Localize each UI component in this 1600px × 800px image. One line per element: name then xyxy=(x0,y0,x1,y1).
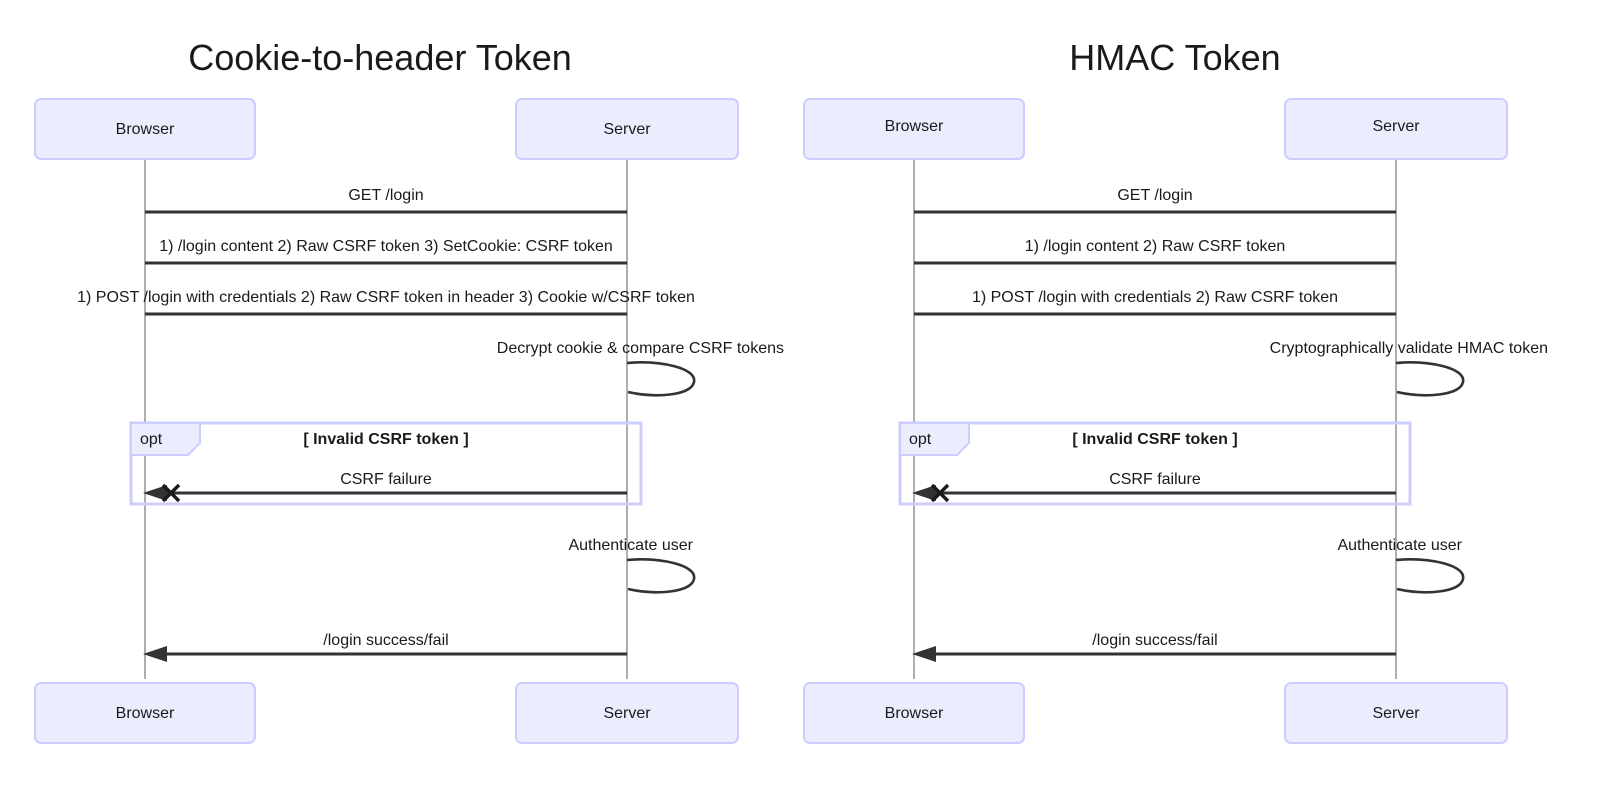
actor-top-server[interactable]: Server xyxy=(515,98,739,160)
message-post-login: 1) POST /login with credentials 2) Raw C… xyxy=(77,289,695,316)
message-label: /login success/fail xyxy=(1092,632,1217,649)
actor-bottom-browser[interactable]: Browser xyxy=(803,682,1025,744)
actor-top-browser[interactable]: Browser xyxy=(803,98,1025,160)
fragment-message-label: CSRF failure xyxy=(340,471,432,488)
sequence-diagram-canvas: Cookie-to-header Token Browser Server GE… xyxy=(0,0,1600,800)
fragment-kind-label: opt xyxy=(909,431,932,448)
self-call-loop xyxy=(626,361,696,397)
diagram-title: Cookie-to-header Token xyxy=(188,37,572,78)
message-get-login: GET /login xyxy=(145,187,627,214)
self-call-loop xyxy=(1395,558,1465,594)
message-label: /login success/fail xyxy=(323,632,448,649)
fragment-opt-invalid-csrf: opt [ Invalid CSRF token ] CSRF failure xyxy=(898,421,1412,506)
self-call-authenticate-user: Authenticate user xyxy=(568,537,696,594)
actor-label: Browser xyxy=(116,121,175,138)
message-login-success-fail: /login success/fail xyxy=(143,632,627,662)
self-call-loop xyxy=(1395,361,1465,397)
fragment-opt-invalid-csrf: opt [ Invalid CSRF token ] CSRF failure xyxy=(129,421,643,506)
arrowhead-icon xyxy=(143,646,167,662)
fragment-message-label: CSRF failure xyxy=(1109,471,1201,488)
message-label: GET /login xyxy=(1117,187,1192,204)
self-call-decrypt-compare: Decrypt cookie & compare CSRF tokens xyxy=(497,340,784,397)
message-login-content: 1) /login content 2) Raw CSRF token 3) S… xyxy=(145,238,627,265)
actor-label: Server xyxy=(603,121,651,138)
message-login-content: 1) /login content 2) Raw CSRF token xyxy=(914,238,1396,265)
message-label: 1) POST /login with credentials 2) Raw C… xyxy=(77,289,695,306)
actor-bottom-server[interactable]: Server xyxy=(515,682,739,744)
self-call-label: Cryptographically validate HMAC token xyxy=(1270,340,1548,357)
actor-label: Server xyxy=(1372,118,1420,135)
actor-top-browser[interactable]: Browser xyxy=(34,98,256,160)
fragment-condition-label: [ Invalid CSRF token ] xyxy=(303,431,468,448)
arrowhead-icon xyxy=(912,646,936,662)
actor-label: Browser xyxy=(885,118,944,135)
actor-label: Browser xyxy=(885,705,944,722)
diagram-cookie-to-header-token: Cookie-to-header Token Browser Server GE… xyxy=(34,37,784,744)
message-get-login: GET /login xyxy=(914,187,1396,214)
self-call-label: Decrypt cookie & compare CSRF tokens xyxy=(497,340,784,357)
self-call-label: Authenticate user xyxy=(568,537,693,554)
actor-label: Server xyxy=(1372,705,1420,722)
actor-bottom-browser[interactable]: Browser xyxy=(34,682,256,744)
diagram-svg: Cookie-to-header Token Browser Server GE… xyxy=(34,37,1548,744)
actor-label: Server xyxy=(603,705,651,722)
message-label: 1) /login content 2) Raw CSRF token 3) S… xyxy=(159,238,613,255)
message-login-success-fail: /login success/fail xyxy=(912,632,1396,662)
self-call-loop xyxy=(626,558,696,594)
diagram-hmac-token: HMAC Token Browser Server GET /login 1) … xyxy=(803,37,1548,744)
message-label: 1) POST /login with credentials 2) Raw C… xyxy=(972,289,1338,306)
actor-bottom-server[interactable]: Server xyxy=(1284,682,1508,744)
actor-label: Browser xyxy=(116,705,175,722)
fragment-condition-label: [ Invalid CSRF token ] xyxy=(1072,431,1237,448)
message-post-login: 1) POST /login with credentials 2) Raw C… xyxy=(914,289,1396,316)
message-label: 1) /login content 2) Raw CSRF token xyxy=(1025,238,1286,255)
diagram-title: HMAC Token xyxy=(1069,37,1280,78)
self-call-label: Authenticate user xyxy=(1337,537,1462,554)
self-call-authenticate-user: Authenticate user xyxy=(1337,537,1465,594)
self-call-validate-hmac: Cryptographically validate HMAC token xyxy=(1270,340,1548,397)
message-label: GET /login xyxy=(348,187,423,204)
actor-top-server[interactable]: Server xyxy=(1284,98,1508,160)
fragment-kind-label: opt xyxy=(140,431,163,448)
